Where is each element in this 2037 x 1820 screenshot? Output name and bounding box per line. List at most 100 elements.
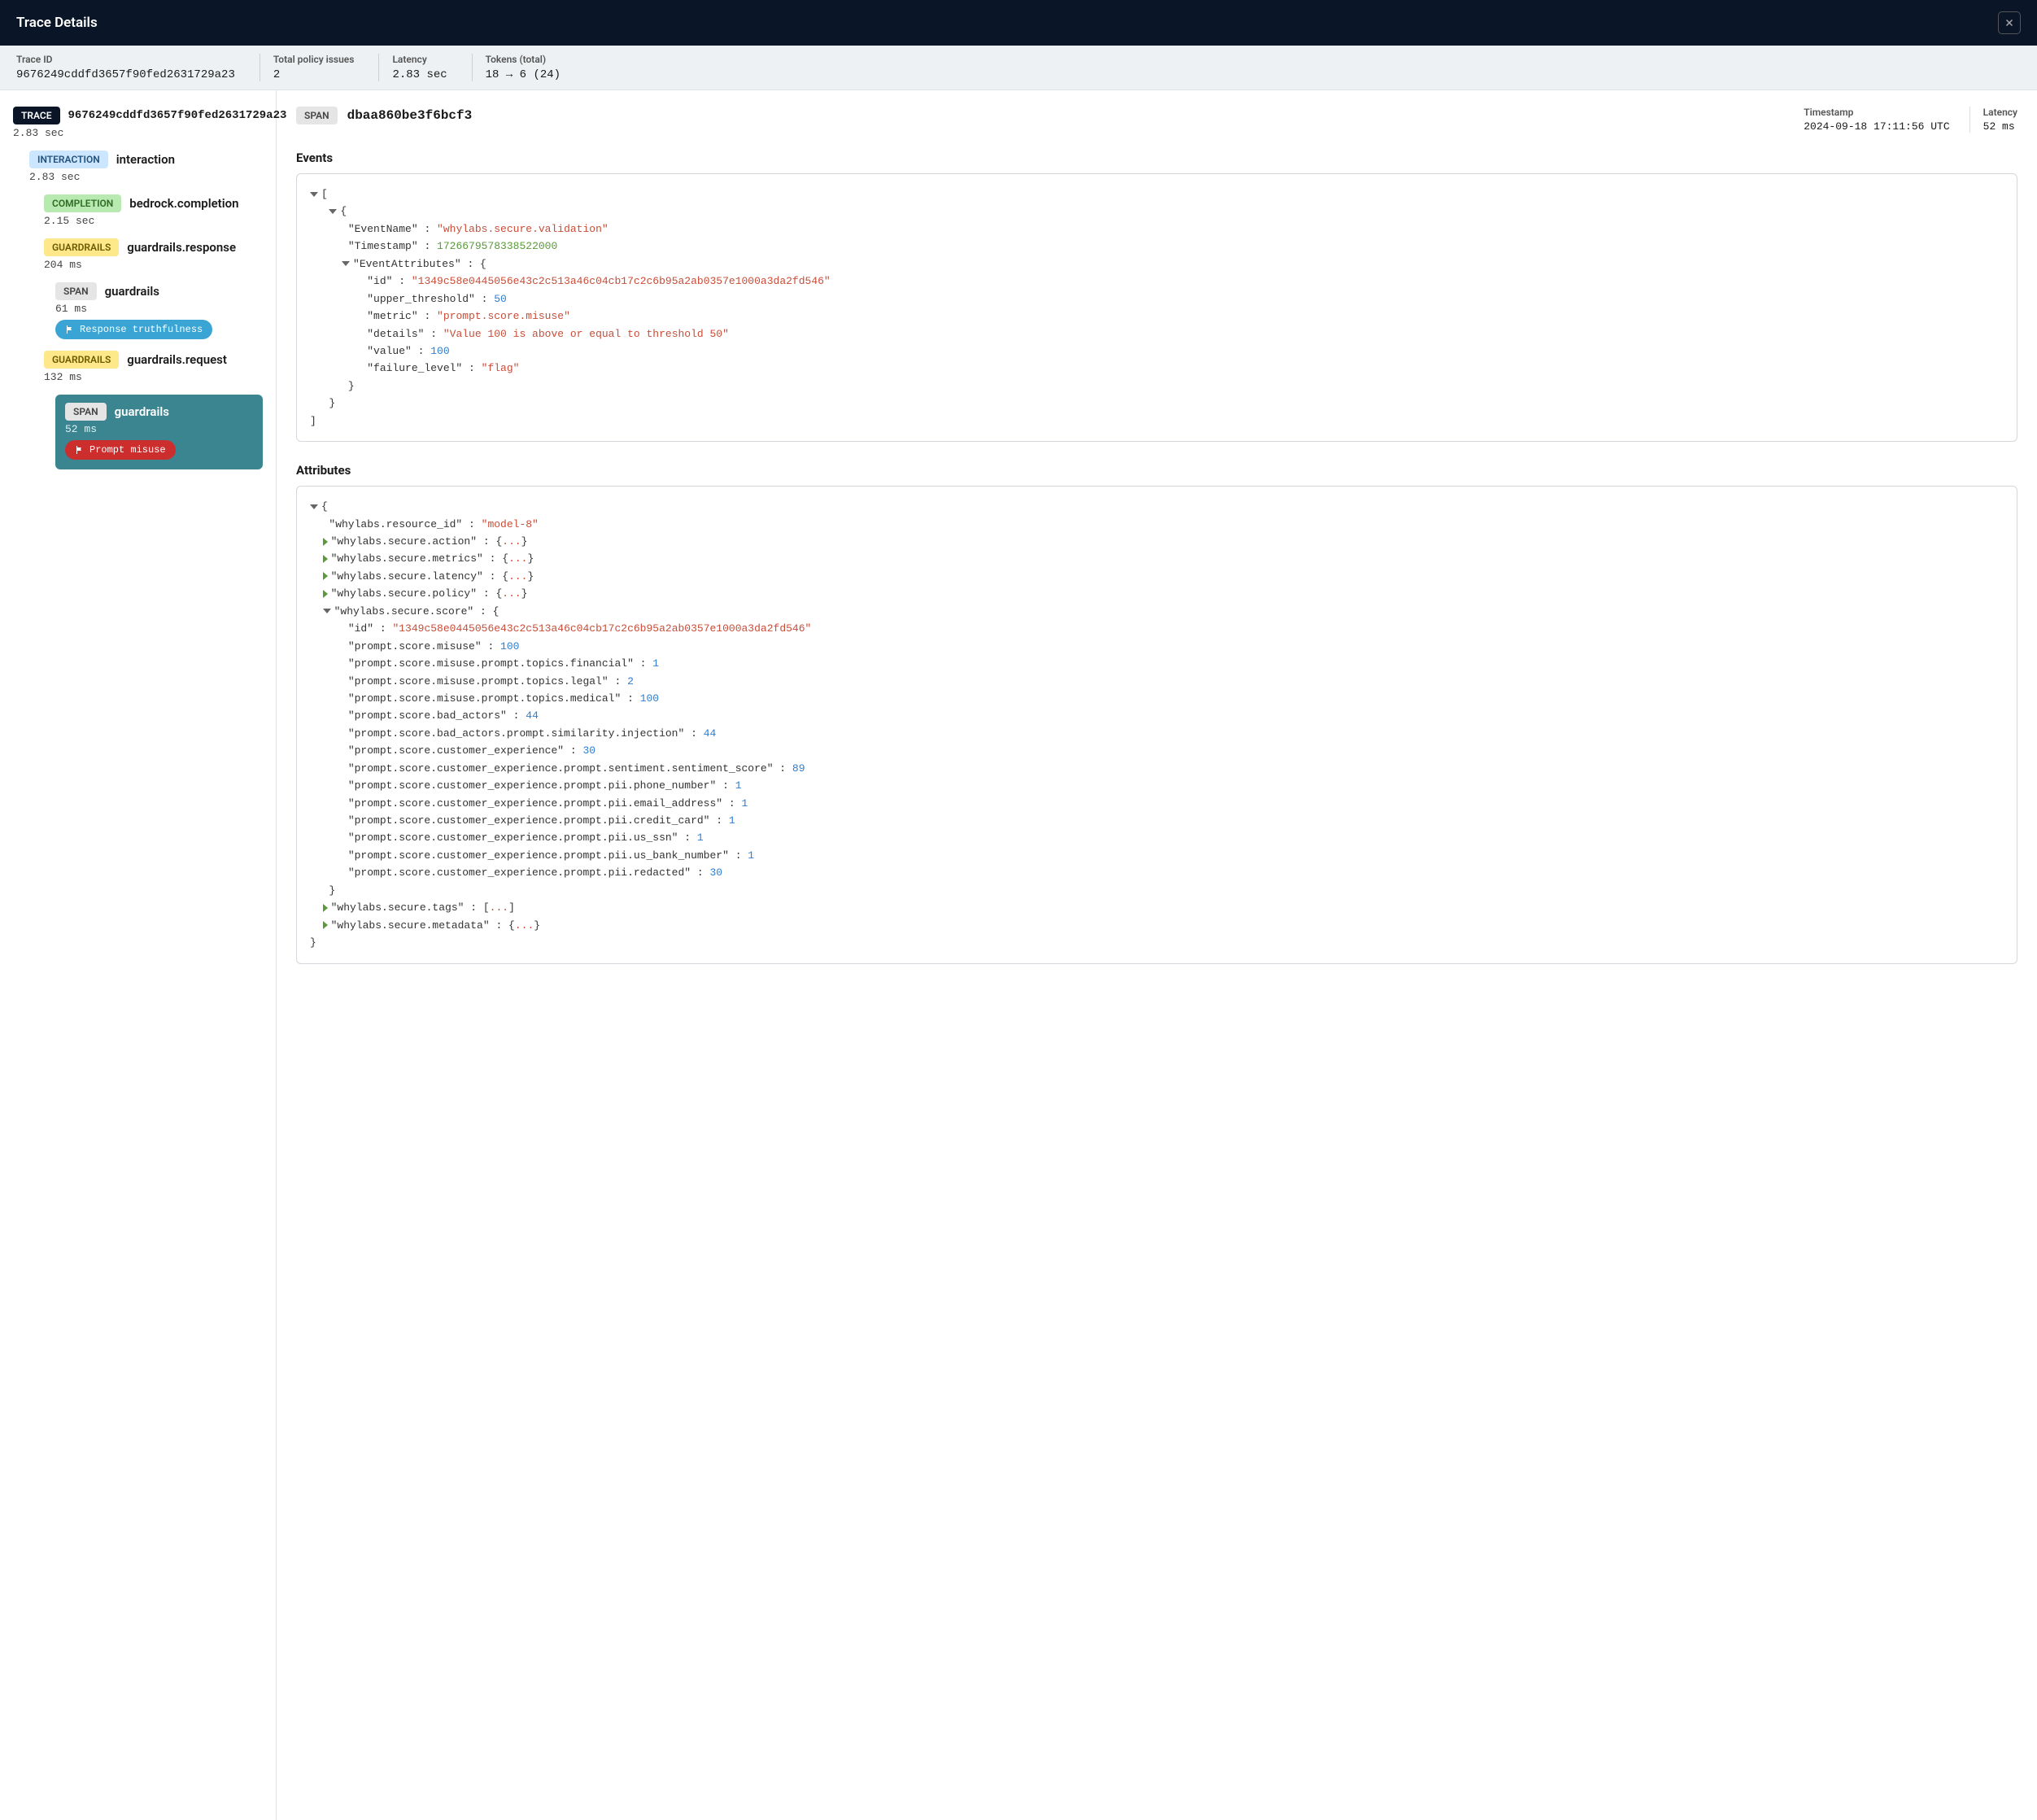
tree-time: 2.15 sec <box>44 215 263 227</box>
badge-completion: COMPLETION <box>44 194 121 212</box>
json-key: "EventName" <box>348 223 418 235</box>
json-number: 30 <box>710 866 723 879</box>
caret-right-icon[interactable] <box>323 555 328 563</box>
infobar-tokens: Tokens (total) 18 → 6 (24) <box>472 54 561 81</box>
json-string: "flag" <box>482 362 520 374</box>
badge-span: SPAN <box>296 107 338 124</box>
json-number: 100 <box>640 692 659 705</box>
badge-span: SPAN <box>55 282 97 300</box>
badge-span: SPAN <box>65 403 107 421</box>
trace-tree: TRACE 9676249cddfd3657f90fed2631729a23 2… <box>0 90 277 1820</box>
tree-item-title: guardrails.response <box>127 240 236 255</box>
mh-label: Timestamp <box>1804 107 1949 118</box>
caret-down-icon[interactable] <box>329 209 337 214</box>
pill-prompt-misuse[interactable]: Prompt misuse <box>65 440 176 460</box>
caret-right-icon[interactable] <box>323 538 328 546</box>
pill-response-truthfulness[interactable]: Response truthfulness <box>55 320 212 339</box>
json-string: "prompt.score.misuse" <box>437 310 570 322</box>
tree-item-title: guardrails.request <box>127 352 227 367</box>
json-string: "Value 100 is above or equal to threshol… <box>443 328 729 340</box>
json-key: "prompt.score.customer_experience" <box>348 744 564 757</box>
json-number: 100 <box>500 640 519 652</box>
json-number: 1 <box>697 831 704 844</box>
infobar: Trace ID 9676249cddfd3657f90fed2631729a2… <box>0 46 2037 90</box>
json-key: "prompt.score.misuse" <box>348 640 482 652</box>
pill-label: Prompt misuse <box>89 444 166 456</box>
caret-down-icon[interactable] <box>310 504 318 509</box>
json-key: "prompt.score.customer_experience.prompt… <box>348 849 729 862</box>
tree-guardrails-request[interactable]: GUARDRAILS guardrails.request 132 ms <box>44 351 263 383</box>
json-key: "details" <box>367 328 424 340</box>
json-key: "value" <box>367 345 412 357</box>
infobar-value: 18 → 6 (24) <box>486 68 561 81</box>
json-string: "whylabs.secure.validation" <box>437 223 608 235</box>
tree-time: 61 ms <box>55 303 263 315</box>
json-key: "whylabs.secure.action" <box>331 535 477 548</box>
json-key: "upper_threshold" <box>367 293 475 305</box>
json-key: "metric" <box>367 310 417 322</box>
infobar-trace-id: Trace ID 9676249cddfd3657f90fed2631729a2… <box>16 54 235 81</box>
header: Trace Details <box>0 0 2037 46</box>
infobar-value: 9676249cddfd3657f90fed2631729a23 <box>16 68 235 81</box>
json-key: "prompt.score.customer_experience.prompt… <box>348 831 678 844</box>
json-key: "prompt.score.customer_experience.prompt… <box>348 762 774 775</box>
close-icon <box>2004 17 2015 28</box>
page-title: Trace Details <box>16 15 98 31</box>
json-number: 1726679578338522000 <box>437 240 557 252</box>
infobar-value: 2 <box>273 68 355 81</box>
json-key: "Timestamp" <box>348 240 418 252</box>
caret-down-icon[interactable] <box>342 261 350 266</box>
json-string: "1349c58e0445056e43c2c513a46c04cb17c2c6b… <box>392 622 811 635</box>
tree-item-title: bedrock.completion <box>129 196 238 211</box>
tree-interaction[interactable]: INTERACTION interaction 2.83 sec <box>29 151 263 183</box>
tree-item-title: guardrails <box>115 404 169 419</box>
json-number: 1 <box>748 849 754 862</box>
tree-span-guardrails-selected[interactable]: SPAN guardrails 52 ms Prompt misuse <box>55 395 263 469</box>
caret-right-icon[interactable] <box>323 904 328 912</box>
json-number: 50 <box>494 293 507 305</box>
mh-value: 52 ms <box>1983 120 2017 133</box>
span-id: dbaa860be3f6bcf3 <box>347 108 473 123</box>
caret-right-icon[interactable] <box>323 572 328 580</box>
attributes-title: Attributes <box>296 463 2017 478</box>
tree-span-guardrails-1[interactable]: SPAN guardrails 61 ms Response truthfuln… <box>55 282 263 339</box>
tree-completion[interactable]: COMPLETION bedrock.completion 2.15 sec <box>44 194 263 227</box>
flag-icon <box>75 445 85 455</box>
json-key: "whylabs.secure.tags" <box>331 901 465 914</box>
tree-trace[interactable]: TRACE 9676249cddfd3657f90fed2631729a23 2… <box>13 107 263 139</box>
json-key: "whylabs.secure.score" <box>334 605 474 618</box>
tree-guardrails-response[interactable]: GUARDRAILS guardrails.response 204 ms <box>44 238 263 271</box>
tree-time: 52 ms <box>65 423 253 435</box>
tree-item-title: interaction <box>116 152 175 167</box>
caret-down-icon[interactable] <box>310 192 318 197</box>
json-key: "prompt.score.misuse.prompt.topics.legal… <box>348 675 608 687</box>
badge-guardrails: GUARDRAILS <box>44 238 119 256</box>
json-number: 1 <box>742 797 748 810</box>
tree-time: 132 ms <box>44 371 263 383</box>
json-key: "prompt.score.customer_experience.prompt… <box>348 797 722 810</box>
json-string: "model-8" <box>482 518 539 530</box>
main-latency: Latency 52 ms <box>1969 107 2017 133</box>
events-json[interactable]: [ { "EventName" : "whylabs.secure.valida… <box>296 173 2017 442</box>
infobar-label: Latency <box>392 54 447 65</box>
badge-trace: TRACE <box>13 107 60 124</box>
json-number: 44 <box>526 709 539 722</box>
mh-value: 2024-09-18 17:11:56 UTC <box>1804 120 1949 133</box>
infobar-value: 2.83 sec <box>392 68 447 81</box>
tree-time: 2.83 sec <box>29 171 263 183</box>
json-key: "prompt.score.customer_experience.prompt… <box>348 814 710 827</box>
json-key: "whylabs.secure.latency" <box>331 570 483 583</box>
json-key: "prompt.score.customer_experience.prompt… <box>348 866 691 879</box>
attributes-json[interactable]: { "whylabs.resource_id" : "model-8" "why… <box>296 486 2017 963</box>
json-number: 100 <box>430 345 449 357</box>
close-button[interactable] <box>1998 11 2021 34</box>
badge-interaction: INTERACTION <box>29 151 108 168</box>
json-key: "prompt.score.bad_actors" <box>348 709 507 722</box>
events-title: Events <box>296 151 2017 165</box>
main-panel: SPAN dbaa860be3f6bcf3 Timestamp 2024-09-… <box>277 90 2037 1820</box>
caret-right-icon[interactable] <box>323 921 328 929</box>
json-key: "whylabs.secure.metrics" <box>331 552 483 565</box>
caret-right-icon[interactable] <box>323 590 328 598</box>
infobar-label: Trace ID <box>16 54 235 65</box>
caret-down-icon[interactable] <box>323 609 331 613</box>
